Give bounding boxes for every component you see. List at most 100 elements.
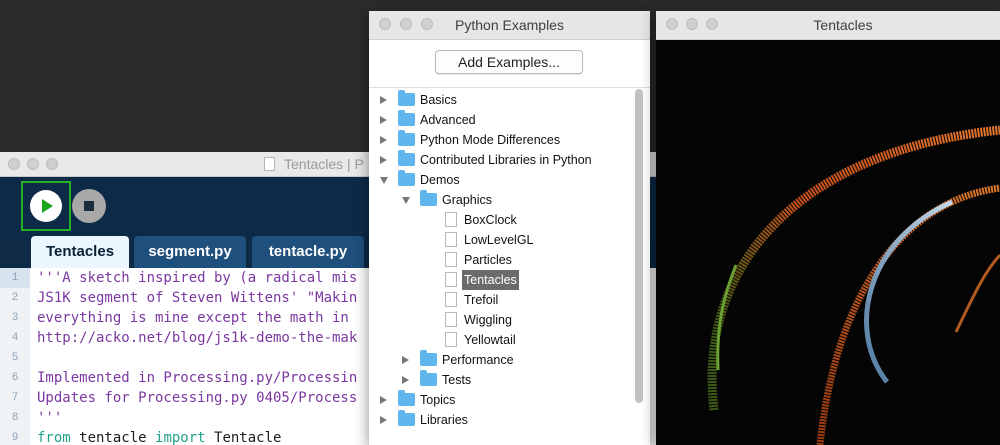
tree-item-label-selected: Tentacles [462, 270, 519, 290]
ide-window-title: Tentacles | P [284, 156, 364, 172]
expand-arrow-icon[interactable] [380, 136, 387, 144]
code-line: ''' [37, 410, 63, 426]
expand-arrow-icon[interactable] [402, 356, 409, 364]
line-number: 3 [11, 312, 19, 324]
tree-item-label: Python Mode Differences [420, 133, 561, 147]
collapse-arrow-icon[interactable] [380, 177, 388, 184]
expand-arrow-icon[interactable] [380, 96, 387, 104]
tree-item-advanced[interactable]: Advanced [369, 110, 629, 130]
line-number: 8 [11, 412, 19, 424]
tree-item-label: Libraries [420, 413, 468, 427]
run-button[interactable] [21, 181, 71, 231]
stop-icon [84, 201, 94, 211]
tree-file-boxclock[interactable]: BoxClock [369, 210, 629, 230]
keyword-from: from [37, 430, 71, 445]
run-button-circle [30, 190, 62, 222]
tree-item-label: Performance [442, 353, 514, 367]
tab-tentacle[interactable]: tentacle.py [252, 236, 364, 268]
line-number: 5 [11, 352, 19, 364]
add-examples-button[interactable]: Add Examples... [435, 50, 583, 74]
tree-file-lowlevelgl[interactable]: LowLevelGL [369, 230, 629, 250]
file-icon [445, 212, 457, 227]
play-icon [42, 199, 53, 213]
tree-item-libraries[interactable]: Libraries [369, 410, 629, 430]
sketch-titlebar[interactable]: Tentacles [656, 11, 1000, 40]
tree-file-wiggling[interactable]: Wiggling [369, 310, 629, 330]
expand-arrow-icon[interactable] [380, 156, 387, 164]
tree-item-label: Tests [442, 373, 472, 387]
tab-tentacles[interactable]: Tentacles [31, 236, 129, 268]
expand-arrow-icon[interactable] [380, 416, 387, 424]
imported-name: Tentacle [205, 430, 282, 445]
tree-item-topics[interactable]: Topics [369, 390, 629, 410]
code-line: Implemented in Processing.py/Processin [37, 370, 358, 386]
tentacles-render [707, 125, 1000, 445]
tree-item-python-mode-differences[interactable]: Python Mode Differences [369, 130, 629, 150]
code-line: Updates for Processing.py 0405/Process [37, 390, 358, 406]
expand-arrow-icon[interactable] [380, 396, 387, 404]
folder-icon [420, 350, 437, 366]
collapse-arrow-icon[interactable] [402, 197, 410, 204]
folder-icon [398, 110, 415, 126]
folder-icon [398, 90, 415, 106]
zoom-window-button[interactable] [46, 158, 58, 170]
tree-item-label: Topics [420, 393, 456, 407]
tree-file-yellowtail[interactable]: Yellowtail [369, 330, 629, 350]
minimize-window-button[interactable] [27, 158, 39, 170]
tree-item-label: BoxClock [464, 213, 517, 227]
tree-item-label: Graphics [442, 193, 493, 207]
file-icon [445, 312, 457, 327]
expand-arrow-icon[interactable] [380, 116, 387, 124]
tree-item-contributed-libraries[interactable]: Contributed Libraries in Python [369, 150, 629, 170]
tree-item-tests[interactable]: Tests [369, 370, 629, 390]
file-icon [445, 252, 457, 267]
tentacles-sketch-window: Tentacles [656, 11, 1000, 445]
tree-item-label: Basics [420, 93, 457, 107]
tree-file-tentacles[interactable]: Tentacles [369, 270, 629, 290]
line-number: 9 [11, 432, 19, 444]
folder-icon [420, 370, 437, 386]
tree-item-label: Advanced [420, 113, 476, 127]
python-examples-window: Python Examples Add Examples... Basics A… [369, 11, 650, 445]
file-icon [445, 272, 457, 287]
tree-item-label: Particles [464, 253, 512, 267]
tentacle-blue [864, 199, 954, 384]
folder-icon [398, 150, 415, 166]
keyword-import: import [155, 430, 206, 445]
line-number: 2 [11, 292, 19, 304]
code-line: JS1K segment of Steven Wittens' "Makin [37, 290, 358, 306]
tree-item-performance[interactable]: Performance [369, 350, 629, 370]
code-line: everything is mine except the math in [37, 310, 349, 326]
tree-item-label: LowLevelGL [464, 233, 534, 247]
close-window-button[interactable] [8, 158, 20, 170]
tree-item-label: Yellowtail [464, 333, 516, 347]
tree-file-particles[interactable]: Particles [369, 250, 629, 270]
tree-item-demos[interactable]: Demos [369, 170, 629, 190]
file-icon [445, 232, 457, 247]
code-line-import: from tentacle import Tentacle [37, 428, 281, 445]
folder-icon [398, 410, 415, 426]
code-line: http://acko.net/blog/js1k-demo-the-mak [37, 330, 358, 346]
stop-button[interactable] [72, 189, 106, 223]
tentacle-small [954, 253, 1000, 333]
tree-item-label: Trefoil [464, 293, 499, 307]
line-number-gutter: 1 2 3 4 5 6 7 8 9 [0, 268, 30, 445]
file-icon [445, 292, 457, 307]
tree-item-basics[interactable]: Basics [369, 90, 629, 110]
line-number: 4 [11, 332, 19, 344]
sketch-canvas[interactable] [656, 40, 1000, 445]
tree-file-trefoil[interactable]: Trefoil [369, 290, 629, 310]
tree-item-graphics[interactable]: Graphics [369, 190, 629, 210]
module-name: tentacle [70, 430, 156, 445]
tree-item-label: Demos [420, 173, 460, 187]
examples-titlebar[interactable]: Python Examples [369, 11, 650, 40]
code-line: '''A sketch inspired by (a radical mis [37, 270, 358, 286]
sketch-window-title: Tentacles [813, 17, 873, 33]
tree-scrollbar[interactable] [635, 89, 643, 403]
tab-segment[interactable]: segment.py [134, 236, 246, 268]
line-number: 1 [0, 268, 30, 288]
document-icon [264, 157, 275, 171]
expand-arrow-icon[interactable] [402, 376, 409, 384]
tree-item-label: Contributed Libraries in Python [420, 153, 592, 167]
folder-icon [398, 170, 415, 186]
